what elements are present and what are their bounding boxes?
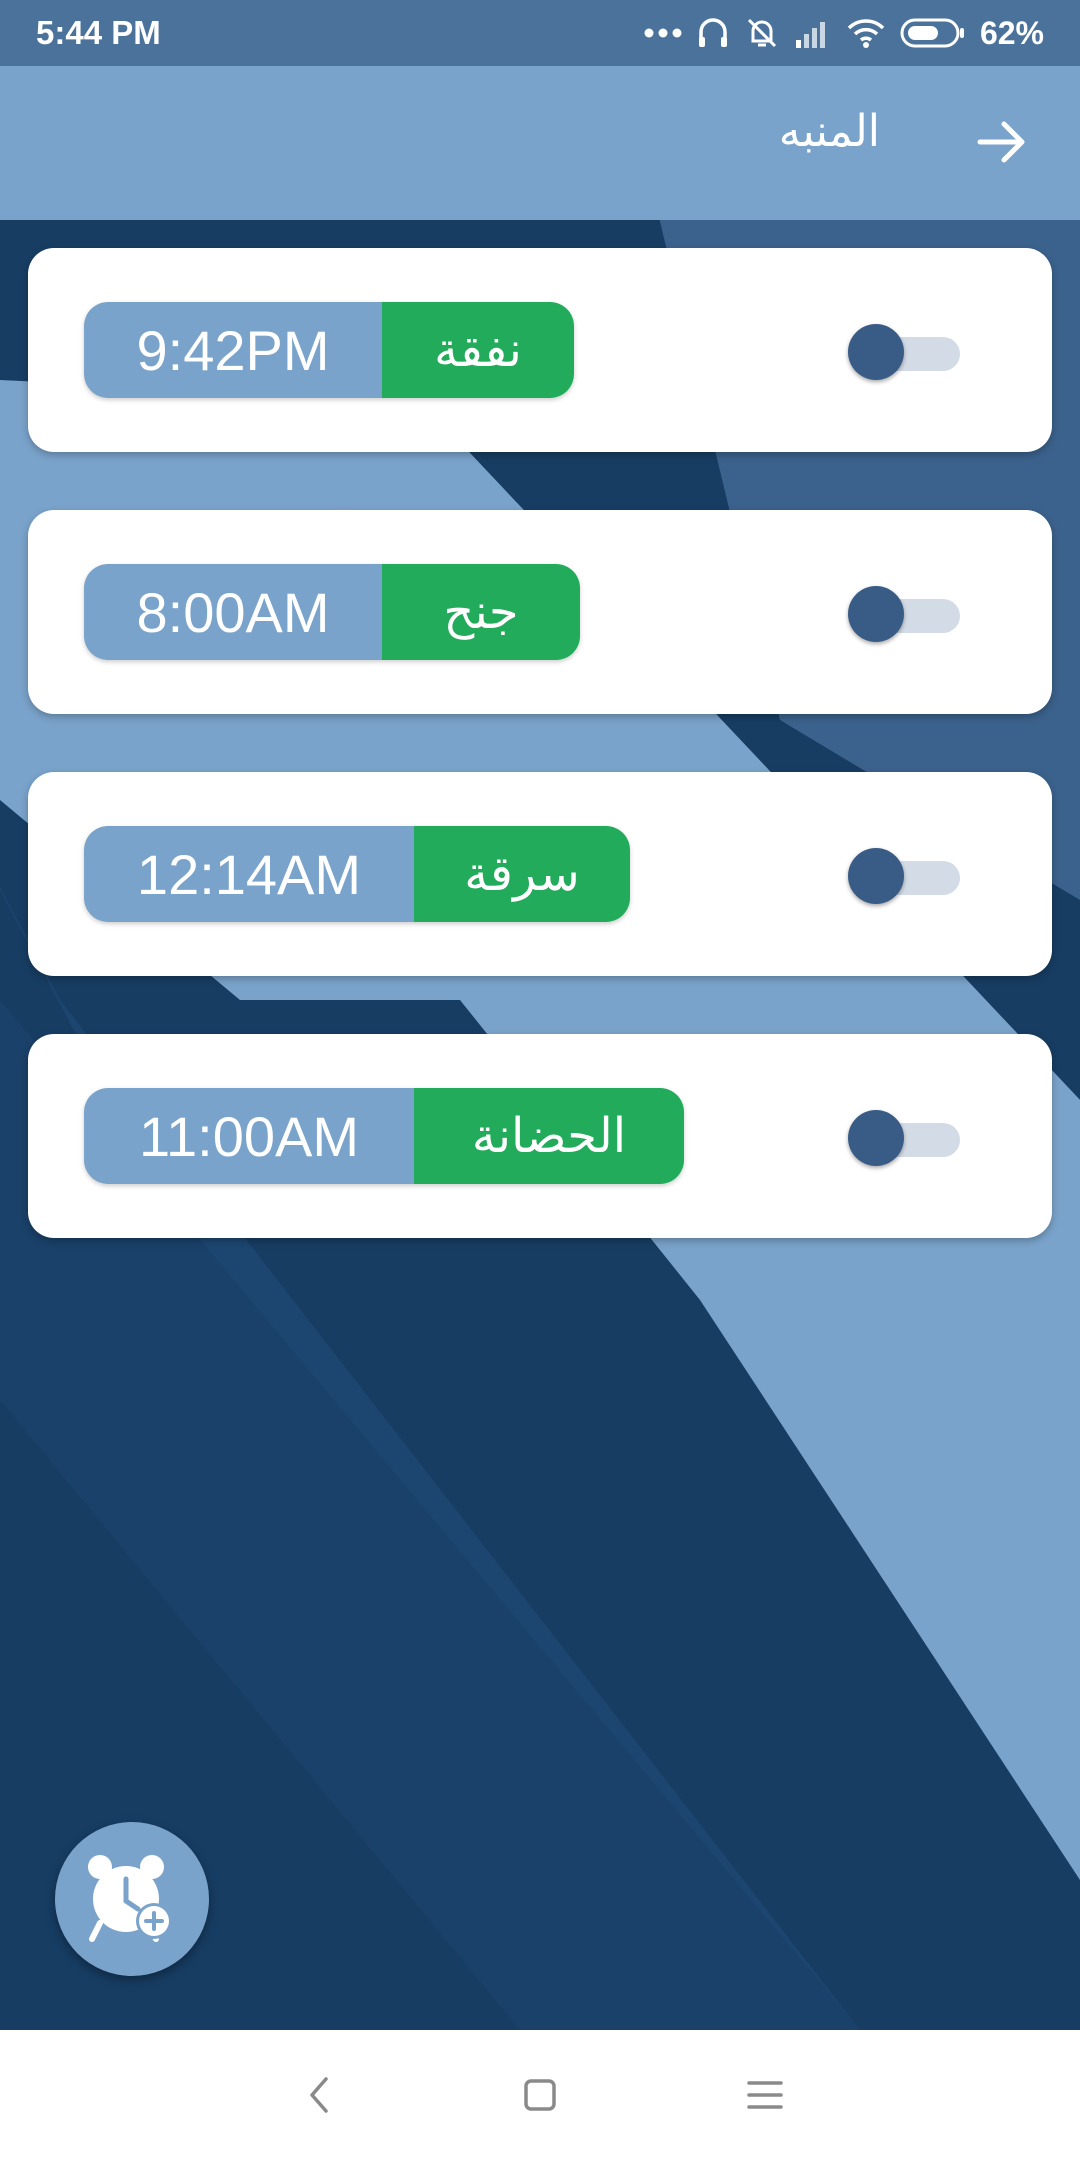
- alarm-card[interactable]: 11:00AM الحضانة: [28, 1034, 1052, 1238]
- alarm-time: 9:42PM: [84, 302, 382, 398]
- alarm-label: جنح: [382, 564, 580, 660]
- page-title: المنبه: [778, 106, 880, 157]
- status-icons: 62%: [644, 10, 1044, 56]
- alarm-label: نفقة: [382, 302, 574, 398]
- alarm-pill[interactable]: 11:00AM الحضانة: [84, 1088, 684, 1184]
- alarm-pill[interactable]: 9:42PM نفقة: [84, 302, 574, 398]
- alarm-toggle[interactable]: [848, 844, 968, 904]
- toggle-knob: [848, 586, 904, 642]
- toggle-knob: [848, 324, 904, 380]
- alarm-label: سرقة: [414, 826, 630, 922]
- add-alarm-icon: [88, 1855, 172, 1942]
- alarm-label: الحضانة: [414, 1088, 684, 1184]
- wifi-icon: [846, 17, 886, 49]
- alarm-time: 12:14AM: [84, 826, 414, 922]
- signal-icon: [794, 18, 832, 48]
- mute-icon: [744, 15, 780, 51]
- more-dots-icon: [644, 27, 682, 39]
- alarm-time: 8:00AM: [84, 564, 382, 660]
- menu-nav-icon[interactable]: [735, 2065, 795, 2125]
- headset-icon: [696, 16, 730, 50]
- alarm-toggle[interactable]: [848, 1106, 968, 1166]
- app-bar: المنبه: [0, 66, 1080, 220]
- add-alarm-button[interactable]: [55, 1822, 209, 1976]
- alarm-pill[interactable]: 12:14AM سرقة: [84, 826, 630, 922]
- alarm-card[interactable]: 12:14AM سرقة: [28, 772, 1052, 976]
- home-nav-icon[interactable]: [510, 2065, 570, 2125]
- battery-level: 62%: [979, 14, 1044, 51]
- battery-icon: [900, 17, 966, 49]
- alarm-toggle[interactable]: [848, 320, 968, 380]
- back-nav-icon[interactable]: [290, 2065, 350, 2125]
- toggle-knob: [848, 848, 904, 904]
- alarm-card[interactable]: 9:42PM نفقة: [28, 248, 1052, 452]
- alarm-toggle[interactable]: [848, 582, 968, 642]
- toggle-knob: [848, 1110, 904, 1166]
- alarm-time: 11:00AM: [84, 1088, 414, 1184]
- status-time: 5:44 PM: [36, 14, 161, 51]
- status-bar: 5:44 PM 62%: [0, 0, 1080, 66]
- alarm-card[interactable]: 8:00AM جنح: [28, 510, 1052, 714]
- alarm-pill[interactable]: 8:00AM جنح: [84, 564, 580, 660]
- arrow-right-icon[interactable]: [976, 116, 1028, 168]
- system-nav-bar: [0, 2030, 1080, 2160]
